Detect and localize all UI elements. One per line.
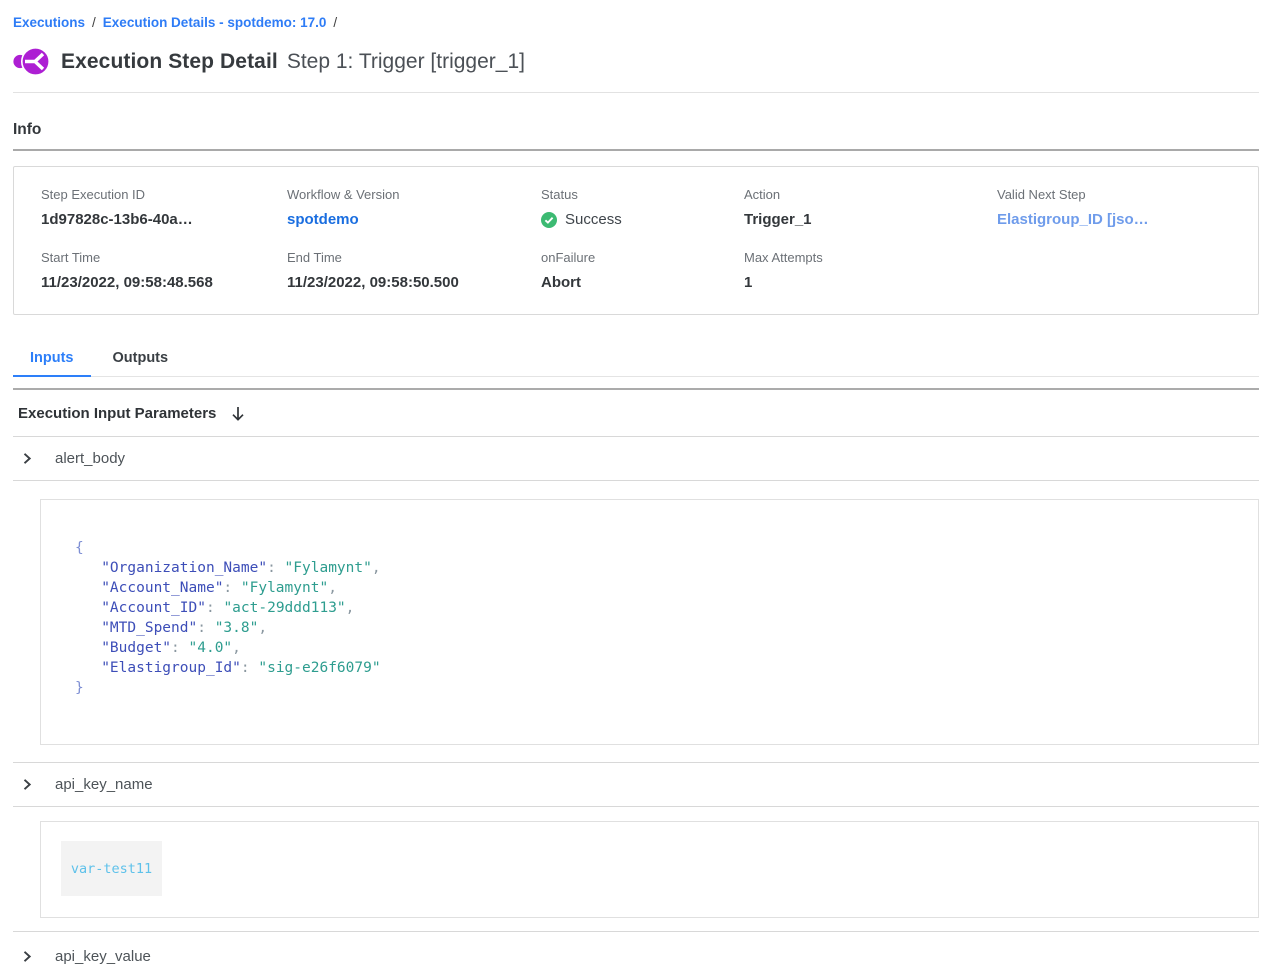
json-code-content: { "Organization_Name": "Fylamynt", "Acco… [75,538,1238,698]
param-row-api-key-value[interactable]: api_key_value [13,931,1259,978]
info-card: Step Execution ID 1d97828c-13b6-40a… Wor… [13,166,1259,315]
field-label: onFailure [541,250,744,265]
breadcrumb-link-executions[interactable]: Executions [13,15,85,30]
api-key-name-chip: var-test11 [61,841,162,896]
field-action: Action Trigger_1 [744,187,997,229]
field-label: Valid Next Step [997,187,1248,202]
field-value: Abort [541,274,744,291]
field-onfailure: onFailure Abort [541,250,744,291]
field-value: 1d97828c-13b6-40a… [41,211,287,228]
field-label: Start Time [41,250,287,265]
field-value: Trigger_1 [744,211,997,228]
arrow-down-icon[interactable] [231,406,245,422]
status-badge: Success [541,211,744,228]
param-label: alert_body [55,450,125,467]
chevron-right-icon[interactable] [21,950,33,963]
param-label: api_key_name [55,776,153,793]
execution-input-parameters-header[interactable]: Execution Input Parameters [13,390,1259,437]
param-label: api_key_value [55,948,151,965]
field-value: 11/23/2022, 09:58:50.500 [287,274,541,291]
field-workflow-version: Workflow & Version spotdemo [287,187,541,229]
field-end-time: End Time 11/23/2022, 09:58:50.500 [287,250,541,291]
breadcrumb: Executions / Execution Details - spotdem… [13,0,1259,30]
alert-body-value-box: { "Organization_Name": "Fylamynt", "Acco… [40,499,1259,745]
field-valid-next-step: Valid Next Step Elastigroup_ID [jso… [997,187,1248,229]
success-check-icon [541,212,557,228]
breadcrumb-separator: / [92,15,96,30]
field-label: Status [541,187,744,202]
tab-outputs[interactable]: Outputs [96,342,186,376]
title-divider [13,92,1259,93]
field-status: Status Success [541,187,744,229]
field-value: 1 [744,274,997,291]
breadcrumb-link-execution-details[interactable]: Execution Details - spotdemo: 17.0 [103,15,327,30]
param-row-alert-body[interactable]: alert_body [13,437,1259,481]
workflow-link[interactable]: spotdemo [287,211,359,228]
execution-step-detail-page: Executions / Execution Details - spotdem… [0,0,1272,978]
tab-inputs[interactable]: Inputs [13,342,91,376]
field-max-attempts: Max Attempts 1 [744,250,997,291]
field-label: End Time [287,250,541,265]
field-value: 11/23/2022, 09:58:48.568 [41,274,287,291]
info-heading: Info [13,121,1259,139]
chevron-right-icon[interactable] [21,452,33,465]
breadcrumb-separator: / [333,15,337,30]
page-header: Execution Step Detail Step 1: Trigger [t… [13,46,1259,77]
tab-bar: Inputs Outputs [13,342,1259,377]
status-text: Success [565,211,622,228]
info-divider [13,149,1259,151]
fylamynt-logo-icon [13,46,50,77]
field-label: Step Execution ID [41,187,287,202]
field-empty [997,250,1248,291]
section-title: Execution Input Parameters [18,405,216,422]
page-title: Execution Step Detail [61,50,278,74]
field-label: Max Attempts [744,250,997,265]
field-label: Workflow & Version [287,187,541,202]
param-row-api-key-name[interactable]: api_key_name [13,762,1259,807]
field-start-time: Start Time 11/23/2022, 09:58:48.568 [41,250,287,291]
page-subtitle: Step 1: Trigger [trigger_1] [287,50,525,74]
chevron-right-icon[interactable] [21,778,33,791]
api-key-name-value-box: var-test11 [40,821,1259,918]
field-step-execution-id: Step Execution ID 1d97828c-13b6-40a… [41,187,287,229]
field-label: Action [744,187,997,202]
valid-next-step-link[interactable]: Elastigroup_ID [jso… [997,211,1149,228]
